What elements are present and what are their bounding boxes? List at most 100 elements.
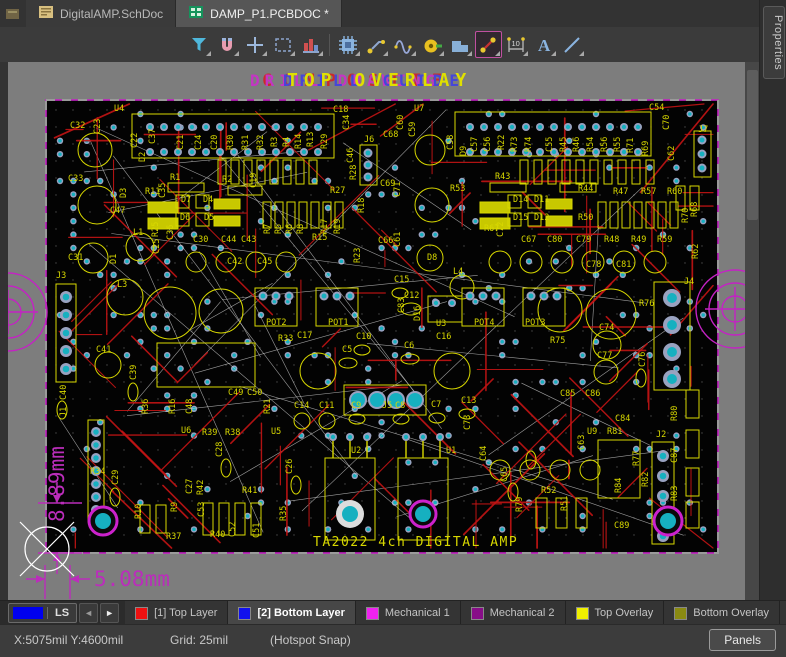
svg-text:R37: R37	[166, 532, 181, 542]
svg-text:C53: C53	[197, 502, 207, 517]
svg-text:C29: C29	[111, 470, 121, 485]
properties-panel-tab[interactable]: Properties	[763, 6, 785, 79]
tab-digitalamp-schdoc[interactable]: DigitalAMP.SchDoc	[26, 0, 176, 27]
active-bar-toolbar: 10 A	[0, 27, 760, 63]
layer-tab-label: Bottom Overlay	[693, 607, 769, 619]
svg-text:J1: J1	[59, 407, 69, 417]
svg-text:R13: R13	[306, 132, 316, 147]
svg-text:C65: C65	[500, 467, 510, 482]
svg-text:R21: R21	[263, 399, 273, 414]
svg-text:C44: C44	[221, 235, 236, 245]
svg-text:R80: R80	[670, 406, 680, 421]
pad-route-icon[interactable]	[475, 31, 502, 58]
polygon-pour-icon[interactable]	[447, 31, 474, 58]
vertical-scrollbar[interactable]	[745, 62, 760, 600]
tune-meander-icon[interactable]	[391, 31, 418, 58]
svg-text:R54: R54	[586, 137, 596, 152]
svg-text:J3: J3	[56, 271, 66, 281]
svg-text:R50: R50	[578, 213, 593, 223]
svg-text:C87: C87	[670, 448, 680, 463]
layer-tab-bar: LS ◄ ► [1] Top Layer[2] Bottom LayerMech…	[0, 600, 786, 625]
svg-text:C22: C22	[130, 133, 140, 148]
interactive-route-icon[interactable]	[363, 31, 390, 58]
document-tab-bar: DigitalAMP.SchDoc DAMP_P1.PCBDOC *	[0, 0, 760, 28]
svg-text:C25: C25	[152, 239, 162, 254]
text-string-icon[interactable]: A	[531, 31, 558, 58]
svg-text:R9: R9	[170, 502, 180, 512]
svg-text:R84: R84	[614, 478, 624, 493]
svg-text:D11: D11	[534, 195, 549, 205]
scrollbar-thumb[interactable]	[747, 70, 758, 220]
svg-text:R3: R3	[270, 137, 280, 147]
svg-text:C67: C67	[521, 235, 536, 245]
svg-text:R75: R75	[550, 336, 565, 346]
svg-text:C48: C48	[185, 399, 195, 414]
crosshair-move-icon[interactable]	[242, 31, 269, 58]
dimension-icon[interactable]: 10	[503, 31, 530, 58]
layer-tab-bottom-overlay[interactable]: Bottom Overlay	[664, 601, 780, 625]
layer-color-swatch	[238, 607, 251, 620]
svg-text:L1: L1	[133, 228, 143, 238]
svg-text:C24: C24	[194, 135, 204, 150]
line-draw-icon[interactable]	[559, 31, 586, 58]
svg-text:C13: C13	[461, 396, 476, 406]
layer-set-selector[interactable]: LS	[8, 603, 77, 623]
layer-tab-mechanical-2[interactable]: Mechanical 2	[461, 601, 566, 625]
chip-component-icon[interactable]	[335, 31, 362, 58]
layer-color-swatch	[471, 607, 484, 620]
svg-text:R48: R48	[604, 235, 619, 245]
svg-text:C81: C81	[616, 260, 631, 270]
svg-text:R29: R29	[320, 134, 330, 149]
svg-text:J2: J2	[656, 430, 666, 440]
svg-text:C54: C54	[649, 103, 664, 113]
layer-tab-mechanical-1[interactable]: Mechanical 1	[356, 601, 461, 625]
svg-text:C85: C85	[560, 389, 575, 399]
doc-tab-label: DAMP_P1.PCBDOC *	[210, 7, 329, 21]
svg-text:C28: C28	[215, 442, 225, 457]
svg-text:C30: C30	[193, 235, 208, 245]
pcb-canvas[interactable]: U4C18C32C23C22C37C21C24C20R30R31R32R3R4R…	[0, 62, 760, 600]
svg-text:R79: R79	[515, 497, 525, 512]
svg-text:R5: R5	[274, 224, 284, 234]
layer-color-swatch	[135, 607, 148, 620]
svg-text:D4: D4	[203, 195, 213, 205]
layer-set-swatch	[13, 607, 43, 619]
column-chart-icon[interactable]	[298, 31, 325, 58]
svg-text:C23: C23	[93, 119, 103, 134]
svg-text:R23: R23	[353, 248, 363, 263]
svg-text:C61: C61	[393, 232, 403, 247]
filter-icon[interactable]	[186, 31, 213, 58]
layer-scroll-back-icon[interactable]: ◄	[79, 603, 98, 623]
svg-text:R57: R57	[641, 187, 656, 197]
svg-text:C63: C63	[577, 435, 587, 450]
svg-text:A: A	[538, 36, 551, 55]
pcb-board-drawing[interactable]: U4C18C32C23C22C37C21C24C20R30R31R32R3R4R…	[8, 62, 760, 600]
svg-text:R69: R69	[641, 141, 651, 156]
panels-button[interactable]: Panels	[709, 629, 776, 651]
layer-tab--1-top-layer[interactable]: [1] Top Layer	[125, 601, 228, 625]
svg-text:C31: C31	[68, 253, 83, 263]
layer-tab-top[interactable]: Top	[780, 601, 786, 625]
layer-tab--2-bottom-layer[interactable]: [2] Bottom Layer	[228, 601, 355, 625]
snap-mode: (Hotspot Snap)	[270, 633, 351, 647]
svg-text:C70: C70	[662, 115, 672, 130]
via-icon[interactable]	[419, 31, 446, 58]
svg-text:C20: C20	[210, 135, 220, 150]
layer-tab-top-overlay[interactable]: Top Overlay	[566, 601, 665, 625]
svg-text:R36: R36	[141, 399, 151, 414]
svg-text:C64: C64	[479, 446, 489, 461]
svg-text:C77: C77	[597, 351, 612, 361]
svg-text:R56: R56	[600, 137, 610, 152]
selection-box-icon[interactable]	[270, 31, 297, 58]
magnet-snap-icon[interactable]	[214, 31, 241, 58]
layer-tab-label: Top Overlay	[595, 607, 654, 619]
svg-text:R82: R82	[641, 472, 651, 487]
svg-text:C50: C50	[247, 388, 262, 398]
tab-damp-p1-pcbdoc[interactable]: DAMP_P1.PCBDOC *	[176, 0, 342, 27]
svg-text:C74: C74	[599, 323, 614, 333]
layer-scroll-forward-icon[interactable]: ►	[100, 603, 119, 623]
home-document-icon[interactable]	[0, 0, 26, 27]
svg-text:C19: C19	[249, 173, 259, 188]
svg-text:R62: R62	[691, 244, 701, 259]
svg-text:R25: R25	[151, 222, 161, 237]
